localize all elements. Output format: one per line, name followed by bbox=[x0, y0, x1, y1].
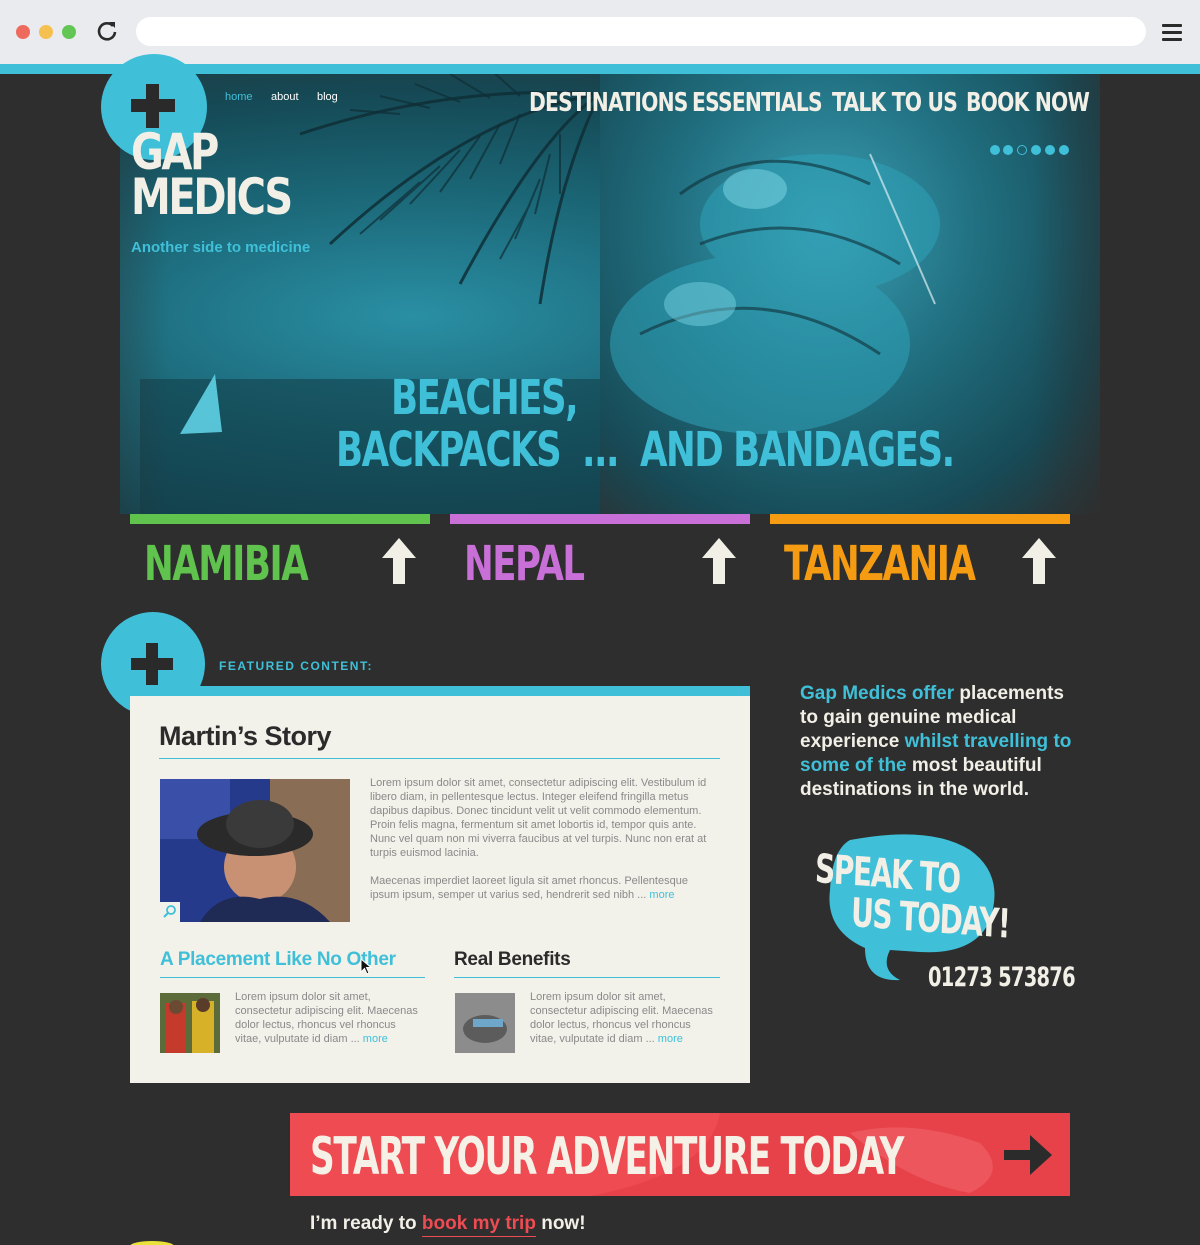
carousel-dot[interactable] bbox=[1003, 145, 1013, 155]
arrow-up-icon bbox=[382, 538, 416, 584]
carousel-dot-active[interactable] bbox=[1017, 145, 1027, 155]
intro-text: Gap Medics offer placements to gain genu… bbox=[800, 683, 1072, 800]
minimize-dot[interactable] bbox=[39, 25, 53, 39]
carousel-dot[interactable] bbox=[1031, 145, 1041, 155]
carousel-dot[interactable] bbox=[990, 145, 1000, 155]
placement-excerpt: Lorem ipsum dolor sit amet, consectetur … bbox=[235, 991, 418, 1045]
featured-label: FEATURED CONTENT: bbox=[219, 659, 373, 673]
story-title[interactable]: Martin’s Story bbox=[159, 721, 332, 752]
cta-banner-text: START YOUR ADVENTURE TODAY bbox=[310, 1127, 904, 1187]
story-more-link[interactable]: more bbox=[649, 889, 674, 901]
nav-destinations[interactable]: DESTINATIONS bbox=[529, 88, 688, 118]
destination-tanzania[interactable]: TANZANIA bbox=[770, 514, 1070, 594]
nav-book-now[interactable]: BOOK NOW bbox=[966, 88, 1090, 118]
benefits-excerpt: Lorem ipsum dolor sit amet, consectetur … bbox=[530, 991, 713, 1045]
carousel-dot[interactable] bbox=[1059, 145, 1069, 155]
mouse-cursor-icon bbox=[360, 958, 372, 975]
destination-name: NEPAL bbox=[464, 536, 585, 592]
placement-thumbnail[interactable] bbox=[160, 993, 220, 1053]
destination-namibia[interactable]: NAMIBIA bbox=[130, 514, 430, 594]
nav-talk-to-us[interactable]: TALK TO US bbox=[832, 88, 958, 118]
menu-icon[interactable] bbox=[1162, 24, 1182, 42]
arrow-right-icon bbox=[1004, 1135, 1052, 1175]
subnav-home-link[interactable]: home bbox=[225, 91, 253, 103]
book-my-trip-link[interactable]: book my trip bbox=[421, 1213, 536, 1237]
destination-nepal[interactable]: NEPAL bbox=[450, 514, 750, 594]
hero-headline-backpacks: BACKPACKS bbox=[336, 422, 562, 478]
arrow-up-icon bbox=[1022, 538, 1056, 584]
hero-headline-line1: BEACHES, bbox=[391, 370, 579, 426]
book-trip-line: I’m ready to book my trip now! bbox=[310, 1213, 586, 1237]
logo-wordmark[interactable]: GAP MEDICS bbox=[131, 127, 293, 226]
destination-name: NAMIBIA bbox=[144, 536, 309, 592]
benefits-title[interactable]: Real Benefits bbox=[454, 949, 571, 971]
browser-toolbar bbox=[0, 0, 1200, 64]
benefits-more-link[interactable]: more bbox=[658, 1033, 683, 1045]
hero-headline-bandages: AND BANDAGES. bbox=[640, 422, 955, 478]
placement-more-link[interactable]: more bbox=[363, 1033, 388, 1045]
story-excerpt: Lorem ipsum dolor sit amet, consectetur … bbox=[370, 776, 720, 916]
decorative-blob bbox=[130, 1241, 174, 1245]
subnav-blog-link[interactable]: blog bbox=[317, 91, 338, 103]
reload-icon[interactable] bbox=[96, 20, 118, 42]
nav-essentials[interactable]: ESSENTIALS bbox=[692, 88, 823, 118]
zoom-icon[interactable] bbox=[160, 902, 180, 922]
subnav-about-link[interactable]: about bbox=[271, 91, 299, 103]
story-paragraph-1: Lorem ipsum dolor sit amet, consectetur … bbox=[370, 777, 707, 859]
featured-panel: Martin’s Story Lorem ipsum dolor sit ame… bbox=[130, 696, 750, 1083]
logo-line-medics: MEDICS bbox=[131, 168, 293, 226]
tagline: Another side to medicine bbox=[131, 239, 311, 256]
story-paragraph-2: Maecenas imperdiet laoreet ligula sit am… bbox=[370, 875, 688, 901]
maximize-dot[interactable] bbox=[62, 25, 76, 39]
close-dot[interactable] bbox=[16, 25, 30, 39]
phone-number[interactable]: 01273 573876 bbox=[928, 962, 1076, 993]
address-bar[interactable] bbox=[136, 17, 1146, 46]
hero-headline-ellipsis: ... bbox=[582, 422, 620, 478]
carousel-dot[interactable] bbox=[1045, 145, 1055, 155]
benefits-thumbnail[interactable] bbox=[455, 993, 515, 1053]
arrow-up-icon bbox=[702, 538, 736, 584]
start-adventure-banner[interactable]: START YOUR ADVENTURE TODAY bbox=[290, 1113, 1070, 1196]
story-photo[interactable] bbox=[160, 779, 350, 922]
destination-name: TANZANIA bbox=[784, 536, 976, 592]
